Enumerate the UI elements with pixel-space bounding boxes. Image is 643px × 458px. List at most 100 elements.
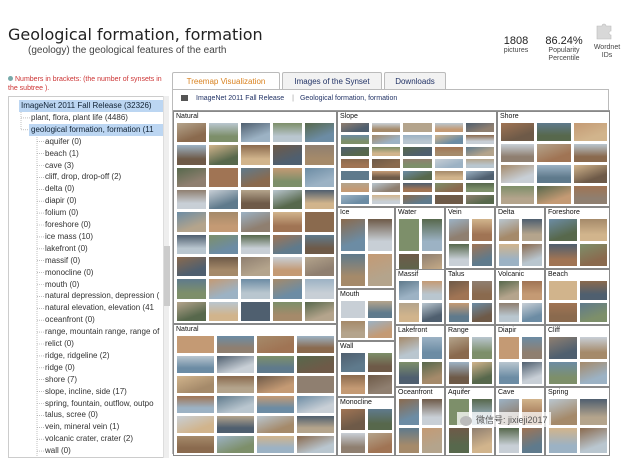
thumbnail-image[interactable]	[500, 122, 536, 142]
thumbnail-image[interactable]	[536, 185, 572, 205]
thumbnail-image[interactable]	[578, 280, 608, 301]
thumbnail-image[interactable]	[536, 122, 572, 142]
thumbnail-image[interactable]	[471, 302, 493, 323]
thumbnail-image[interactable]	[272, 122, 303, 144]
tree-item[interactable]: wall (0)	[43, 445, 166, 457]
thumbnail-image[interactable]	[176, 211, 207, 233]
thumbnail-image[interactable]	[371, 146, 402, 157]
tree-item[interactable]: massif (0)	[43, 255, 166, 267]
thumbnail-image[interactable]	[208, 300, 239, 322]
treemap-cell[interactable]: Ice	[337, 207, 395, 289]
thumbnail-image[interactable]	[371, 134, 402, 145]
thumbnail-image[interactable]	[448, 243, 470, 267]
thumbnail-image[interactable]	[402, 194, 433, 205]
treemap-cell[interactable]: Natural	[173, 111, 337, 324]
stat-wordnet[interactable]: Wordnet IDs	[590, 44, 624, 60]
thumbnail-image[interactable]	[208, 233, 239, 255]
thumbnail-image[interactable]	[176, 256, 207, 278]
thumbnail-image[interactable]	[340, 218, 366, 252]
thumbnail-image[interactable]	[272, 278, 303, 300]
tree-item[interactable]: talus, scree (0)	[43, 409, 166, 421]
thumbnail-image[interactable]	[548, 243, 578, 267]
thumbnail-image[interactable]	[548, 361, 578, 385]
thumbnail-image[interactable]	[464, 134, 495, 145]
tree-item[interactable]: vein, mineral vein (1)	[43, 421, 166, 433]
treemap-cell[interactable]: Shore	[497, 111, 610, 207]
tree-scrollbar-thumb[interactable]	[164, 246, 170, 306]
thumbnail-image[interactable]	[464, 194, 495, 205]
tree-item[interactable]: diapir (0)	[43, 195, 166, 207]
thumbnail-image[interactable]	[176, 233, 207, 255]
tree-item[interactable]: range, mountain range, range of	[43, 326, 166, 338]
treemap-cell[interactable]: Wall	[337, 341, 395, 397]
treemap-cell[interactable]: Diapir	[495, 325, 545, 387]
thumbnail-image[interactable]	[498, 426, 520, 454]
treemap-cell[interactable]: Slope	[337, 111, 497, 207]
tree-item[interactable]: monocline (0)	[43, 267, 166, 279]
thumbnail-image[interactable]	[548, 336, 578, 360]
thumbnail-image[interactable]	[421, 302, 443, 323]
breadcrumb-current[interactable]: Geological formation, formation	[300, 95, 397, 102]
tree-item[interactable]: oceanfront (0)	[43, 314, 166, 326]
thumbnail-image[interactable]	[176, 278, 207, 300]
thumbnail-image[interactable]	[296, 375, 335, 394]
thumbnail-image[interactable]	[448, 426, 470, 454]
tree-item[interactable]: geological formation, formation (11	[29, 123, 166, 136]
thumbnail-image[interactable]	[208, 122, 239, 144]
thumbnail-image[interactable]	[256, 415, 295, 434]
tree-item[interactable]: ImageNet 2011 Fall Release (32326)	[19, 100, 166, 112]
thumbnail-image[interactable]	[340, 146, 371, 157]
thumbnail-image[interactable]	[176, 395, 215, 414]
thumbnail-image[interactable]	[398, 361, 420, 385]
thumbnail-image[interactable]	[471, 336, 493, 360]
thumbnail-image[interactable]	[536, 143, 572, 163]
thumbnail-image[interactable]	[367, 374, 393, 395]
thumbnail-image[interactable]	[216, 355, 255, 374]
thumbnail-image[interactable]	[216, 435, 255, 454]
thumbnail-image[interactable]	[421, 398, 443, 426]
home-icon[interactable]	[181, 95, 188, 102]
thumbnail-image[interactable]	[340, 431, 366, 454]
treemap-cell[interactable]: Spring	[545, 387, 610, 456]
thumbnail-image[interactable]	[216, 415, 255, 434]
thumbnail-image[interactable]	[578, 243, 608, 267]
thumbnail-image[interactable]	[500, 164, 536, 184]
thumbnail-image[interactable]	[340, 134, 371, 145]
thumbnail-image[interactable]	[272, 144, 303, 166]
thumbnail-image[interactable]	[367, 253, 393, 287]
thumbnail-image[interactable]	[304, 278, 335, 300]
thumbnail-image[interactable]	[398, 280, 420, 301]
thumbnail-image[interactable]	[371, 170, 402, 181]
thumbnail-image[interactable]	[402, 134, 433, 145]
treemap-cell[interactable]: Cliff	[545, 325, 610, 387]
thumbnail-image[interactable]	[471, 426, 493, 454]
thumbnail-image[interactable]	[340, 374, 366, 395]
thumbnail-image[interactable]	[421, 426, 443, 454]
thumbnail-image[interactable]	[402, 146, 433, 157]
thumbnail-image[interactable]	[572, 185, 608, 205]
thumbnail-image[interactable]	[471, 218, 493, 242]
treemap-cell[interactable]: Oceanfront	[395, 387, 445, 456]
treemap-cell[interactable]: Mouth	[337, 289, 395, 341]
thumbnail-image[interactable]	[176, 189, 207, 211]
thumbnail-image[interactable]	[433, 194, 464, 205]
thumbnail-image[interactable]	[176, 435, 215, 454]
thumbnail-image[interactable]	[500, 185, 536, 205]
thumbnail-image[interactable]	[398, 302, 420, 323]
tree-item[interactable]: delta (0)	[43, 183, 166, 195]
thumbnail-image[interactable]	[548, 426, 578, 454]
thumbnail-image[interactable]	[208, 144, 239, 166]
thumbnail-image[interactable]	[176, 415, 215, 434]
thumbnail-image[interactable]	[256, 395, 295, 414]
tree-item[interactable]: slope, incline, side (17)	[43, 386, 166, 398]
thumbnail-image[interactable]	[448, 280, 470, 301]
thumbnail-image[interactable]	[340, 182, 371, 193]
thumbnail-image[interactable]	[536, 164, 572, 184]
thumbnail-image[interactable]	[521, 218, 543, 242]
wordnet-puzzle-icon[interactable]	[595, 22, 615, 40]
thumbnail-image[interactable]	[433, 182, 464, 193]
thumbnail-image[interactable]	[402, 182, 433, 193]
thumbnail-image[interactable]	[272, 233, 303, 255]
thumbnail-image[interactable]	[256, 375, 295, 394]
thumbnail-image[interactable]	[256, 435, 295, 454]
